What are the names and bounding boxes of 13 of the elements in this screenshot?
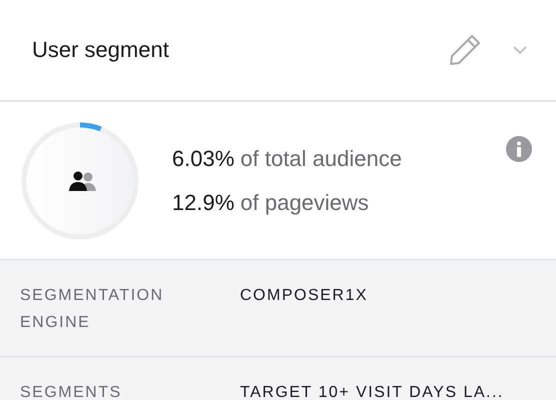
chevron-down-icon[interactable]	[512, 45, 528, 55]
pencil-icon[interactable]	[448, 33, 482, 67]
info-icon[interactable]	[506, 136, 532, 162]
detail-label: SEGMENTATION ENGINE	[20, 286, 165, 333]
stat-value: 6.03%	[172, 146, 234, 172]
users-icon	[69, 171, 96, 190]
stat-label: of pageviews	[240, 190, 369, 216]
detail-label: SEGMENTS	[20, 383, 123, 400]
stat-value: 12.9%	[172, 190, 234, 216]
detail-value: TARGET 10+ VISIT DAYS LA...	[240, 383, 504, 400]
stat-label: of total audience	[240, 146, 402, 172]
panel-title: User segment	[32, 37, 170, 63]
detail-value: COMPOSER1X	[240, 286, 368, 306]
